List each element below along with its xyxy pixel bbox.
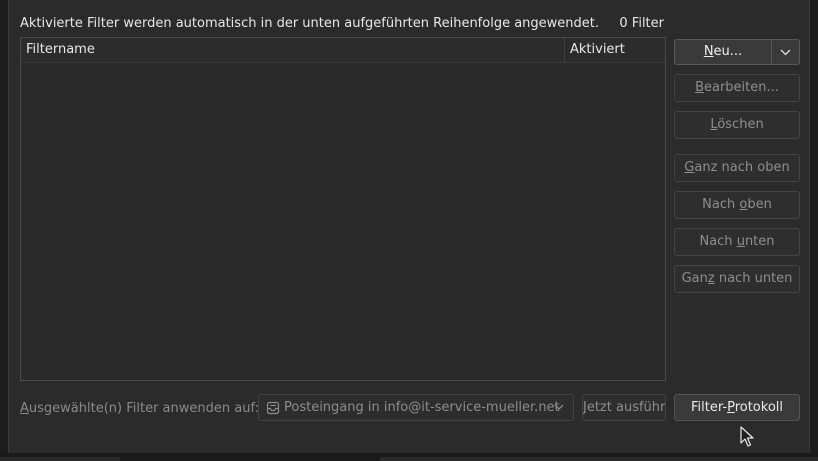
inbox-icon (266, 401, 280, 415)
new-filter-split-button[interactable]: Neu... (674, 39, 800, 65)
delete-button[interactable]: Löschen (674, 111, 800, 139)
new-filter-button[interactable]: Neu... (675, 40, 771, 64)
filter-log-button[interactable]: Filter-Protokoll (674, 394, 800, 421)
filter-description: Aktivierte Filter werden automatisch in … (20, 16, 600, 31)
folder-select-value: Posteingang in info@it-service-mueller.n… (284, 400, 560, 415)
move-to-bottom-button[interactable]: Ganz nach unten (674, 265, 800, 293)
chevron-down-icon (780, 49, 791, 56)
move-down-button[interactable]: Nach unten (674, 228, 800, 256)
new-filter-dropdown[interactable] (772, 40, 799, 64)
move-to-top-button[interactable]: Ganz nach oben (674, 154, 800, 182)
mouse-cursor-icon (740, 426, 754, 447)
column-separator (564, 38, 565, 62)
apply-filters-label: Ausgewählte(n) Filter anwenden auf: (20, 401, 259, 416)
folder-select[interactable]: Posteingang in info@it-service-mueller.n… (258, 394, 574, 421)
list-header: Filtername Aktiviert (21, 38, 665, 63)
chevron-down-icon (554, 404, 564, 410)
move-up-button[interactable]: Nach oben (674, 191, 800, 219)
column-filtername[interactable]: Filtername (26, 42, 95, 57)
column-enabled[interactable]: Aktiviert (570, 42, 625, 57)
filter-list[interactable]: Filtername Aktiviert (20, 37, 666, 381)
run-now-button[interactable]: Jetzt ausführen (582, 394, 666, 421)
edit-button[interactable]: Bearbeiten... (674, 74, 800, 102)
window-bottom-edge (0, 453, 818, 461)
filter-count: 0 Filter (619, 16, 664, 31)
